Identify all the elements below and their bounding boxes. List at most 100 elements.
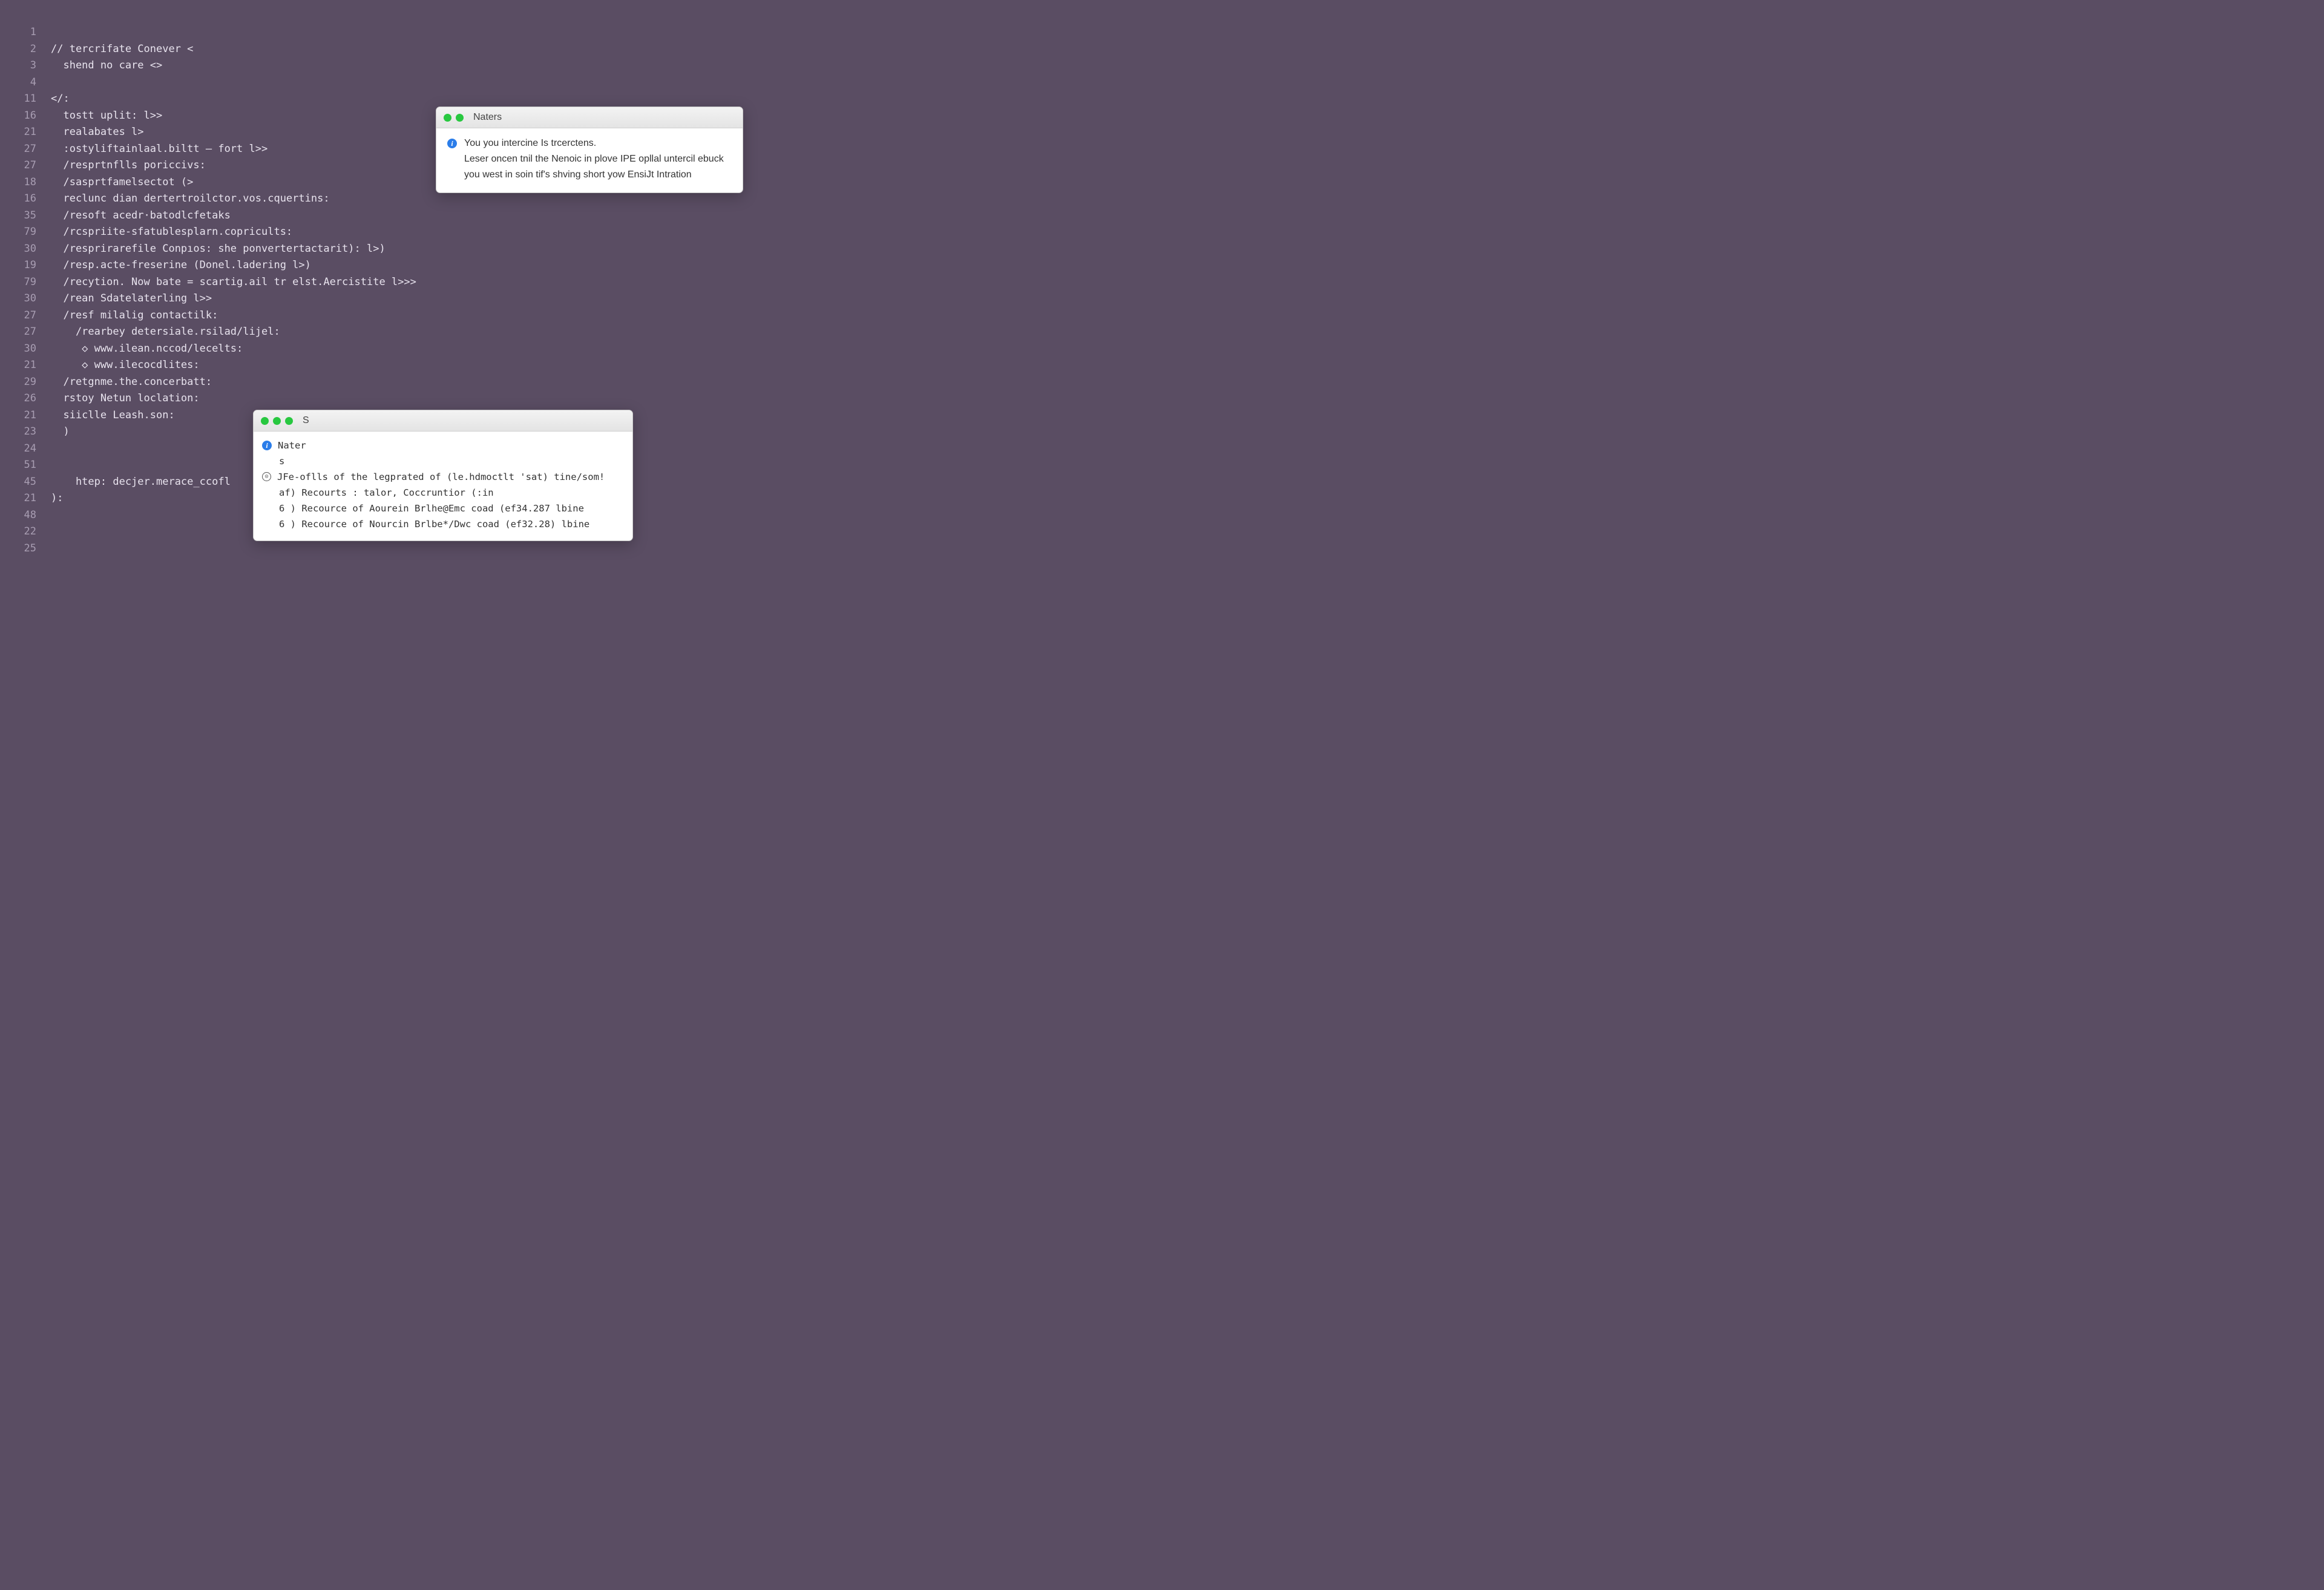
line-number: 45 bbox=[12, 474, 36, 491]
notification-body: Leser oncen tnil the Nenoic in plove IPE… bbox=[464, 151, 732, 183]
code-text[interactable]: /rcspriite-sfatublesplarn.copricults: bbox=[51, 224, 292, 241]
code-text[interactable]: :ostyliftainlaal.biltt – fort l>> bbox=[51, 141, 268, 158]
panel-body: i You you intercine Is trcerctens. Leser… bbox=[436, 128, 743, 192]
traffic-dot-2[interactable] bbox=[273, 417, 281, 425]
line-number: 23 bbox=[12, 424, 36, 441]
code-text[interactable]: tostt uplit: l>> bbox=[51, 108, 162, 125]
code-line[interactable]: 11 </: bbox=[12, 91, 779, 108]
code-line[interactable]: 26 rstoy Netun loclation: bbox=[12, 390, 779, 407]
line-number: 3 bbox=[12, 57, 36, 74]
code-line[interactable]: 1 bbox=[12, 24, 779, 41]
code-text[interactable]: /rearbey detersiale.rsilad/lijel: bbox=[51, 324, 280, 341]
traffic-dot-2[interactable] bbox=[456, 114, 464, 122]
notification-line-1: You you intercine Is trcerctens. bbox=[464, 136, 732, 151]
code-line[interactable]: 4 bbox=[12, 74, 779, 91]
panel-title: S bbox=[303, 415, 309, 426]
code-text[interactable]: ): bbox=[51, 490, 63, 507]
line-number: 35 bbox=[12, 208, 36, 225]
line-number: 2 bbox=[12, 41, 36, 58]
code-line[interactable]: 2 // tercrifate Conever < bbox=[12, 41, 779, 58]
code-text[interactable]: siiclle Leash.son: bbox=[51, 407, 175, 424]
output-row: JFe-oflls of the legprated of (le.hdmoct… bbox=[277, 469, 605, 485]
traffic-dot-3[interactable] bbox=[285, 417, 293, 425]
output-row: 6 ) Recource of Aourein Brlhe@Emc coad (… bbox=[262, 501, 624, 516]
line-number: 22 bbox=[12, 524, 36, 540]
line-number: 21 bbox=[12, 357, 36, 374]
code-text[interactable]: /resp.acte-freserine (Donel.ladering l>) bbox=[51, 257, 311, 274]
line-number: 29 bbox=[12, 374, 36, 391]
code-text[interactable]: reclunc dian dertertroilctor.vos.cquerti… bbox=[51, 191, 330, 208]
panel-title: Naters bbox=[473, 112, 502, 123]
line-number: 21 bbox=[12, 124, 36, 141]
output-panel: S i Nater s ⊙ JFe-oflls of the legprated… bbox=[253, 410, 633, 541]
code-text[interactable]: realabates l> bbox=[51, 124, 144, 141]
code-line[interactable]: 29 /retgnme.the.concerbatt: bbox=[12, 374, 779, 391]
code-text[interactable]: shend no care <> bbox=[51, 57, 162, 74]
code-line[interactable]: 19 /resp.acte-freserine (Donel.ladering … bbox=[12, 257, 779, 274]
code-line[interactable]: 25 bbox=[12, 540, 779, 557]
line-number: 30 bbox=[12, 241, 36, 258]
window-controls[interactable] bbox=[261, 417, 293, 425]
line-number: 79 bbox=[12, 224, 36, 241]
line-number: 27 bbox=[12, 307, 36, 324]
code-text[interactable]: ◇ www.ilecocdlites: bbox=[51, 357, 200, 374]
line-number: 79 bbox=[12, 274, 36, 291]
line-number: 26 bbox=[12, 390, 36, 407]
code-text[interactable]: rstoy Netun loclation: bbox=[51, 390, 200, 407]
code-text[interactable]: </: bbox=[51, 91, 70, 108]
line-number: 27 bbox=[12, 141, 36, 158]
output-heading: Nater bbox=[278, 438, 306, 453]
code-text[interactable]: ) bbox=[51, 424, 70, 441]
code-text[interactable]: /retgnme.the.concerbatt: bbox=[51, 374, 212, 391]
code-line[interactable]: 30 ◇ www.ilean.nccod/lecelts: bbox=[12, 341, 779, 358]
code-text[interactable]: /sasprtfamelsectot (> bbox=[51, 174, 193, 191]
code-text[interactable]: /resprtnflls poriccivs: bbox=[51, 157, 206, 174]
panel-header[interactable]: Naters bbox=[436, 107, 743, 128]
line-number: 21 bbox=[12, 490, 36, 507]
info-icon: i bbox=[447, 139, 457, 148]
line-number: 51 bbox=[12, 457, 36, 474]
line-number: 16 bbox=[12, 191, 36, 208]
line-number: 27 bbox=[12, 157, 36, 174]
code-text[interactable]: /resf milalig contactilk: bbox=[51, 307, 218, 324]
output-row: 6 ) Recource of Nourcin Brlbe*/Dwc coad … bbox=[262, 516, 624, 532]
line-number: 4 bbox=[12, 74, 36, 91]
window-controls[interactable] bbox=[444, 114, 464, 122]
code-line[interactable]: 27 /rearbey detersiale.rsilad/lijel: bbox=[12, 324, 779, 341]
code-line[interactable]: 79 /rcspriite-sfatublesplarn.copricults: bbox=[12, 224, 779, 241]
notification-panel-naters: Naters i You you intercine Is trcerctens… bbox=[436, 107, 743, 193]
panel-body: i Nater s ⊙ JFe-oflls of the legprated o… bbox=[254, 432, 632, 540]
traffic-dot-1[interactable] bbox=[444, 114, 451, 122]
code-line[interactable]: 27 /resf milalig contactilk: bbox=[12, 307, 779, 324]
notification-text: You you intercine Is trcerctens. Leser o… bbox=[464, 136, 732, 183]
code-text[interactable]: /resoft acedr·batodlcfetaks bbox=[51, 208, 231, 225]
line-number: 18 bbox=[12, 174, 36, 191]
line-number: 27 bbox=[12, 324, 36, 341]
code-line[interactable]: 3 shend no care <> bbox=[12, 57, 779, 74]
output-row: af) Recourts : talor, Coccruntior (:in bbox=[262, 485, 624, 501]
line-number: 48 bbox=[12, 507, 36, 524]
line-number: 11 bbox=[12, 91, 36, 108]
output-sub: s bbox=[262, 453, 624, 469]
info-icon: i bbox=[262, 441, 272, 450]
code-line[interactable]: 30 /rean Sdatelaterling l>> bbox=[12, 291, 779, 307]
code-text[interactable]: htep: decjer.merace_ccofl bbox=[51, 474, 231, 491]
code-line[interactable]: 35 /resoft acedr·batodlcfetaks bbox=[12, 208, 779, 225]
code-line[interactable]: 21 ◇ www.ilecocdlites: bbox=[12, 357, 779, 374]
code-line[interactable]: 30 /resprirarefile Conpıos: she ponverte… bbox=[12, 241, 779, 258]
code-line[interactable]: 16 reclunc dian dertertroilctor.vos.cque… bbox=[12, 191, 779, 208]
code-line[interactable]: 79 /recytion. Now bate = scartig.ail tr … bbox=[12, 274, 779, 291]
code-text[interactable]: /rean Sdatelaterling l>> bbox=[51, 291, 212, 307]
code-text[interactable]: /recytion. Now bate = scartig.ail tr els… bbox=[51, 274, 416, 291]
code-text[interactable]: // tercrifate Conever < bbox=[51, 41, 193, 58]
code-text[interactable]: /resprirarefile Conpıos: she ponverterta… bbox=[51, 241, 386, 258]
line-number: 16 bbox=[12, 108, 36, 125]
line-number: 30 bbox=[12, 291, 36, 307]
code-text[interactable]: ◇ www.ilean.nccod/lecelts: bbox=[51, 341, 243, 358]
line-number: 25 bbox=[12, 540, 36, 557]
line-number: 21 bbox=[12, 407, 36, 424]
bullet-icon: ⊙ bbox=[262, 472, 271, 481]
traffic-dot-1[interactable] bbox=[261, 417, 269, 425]
panel-header[interactable]: S bbox=[254, 410, 632, 432]
line-number: 24 bbox=[12, 441, 36, 458]
